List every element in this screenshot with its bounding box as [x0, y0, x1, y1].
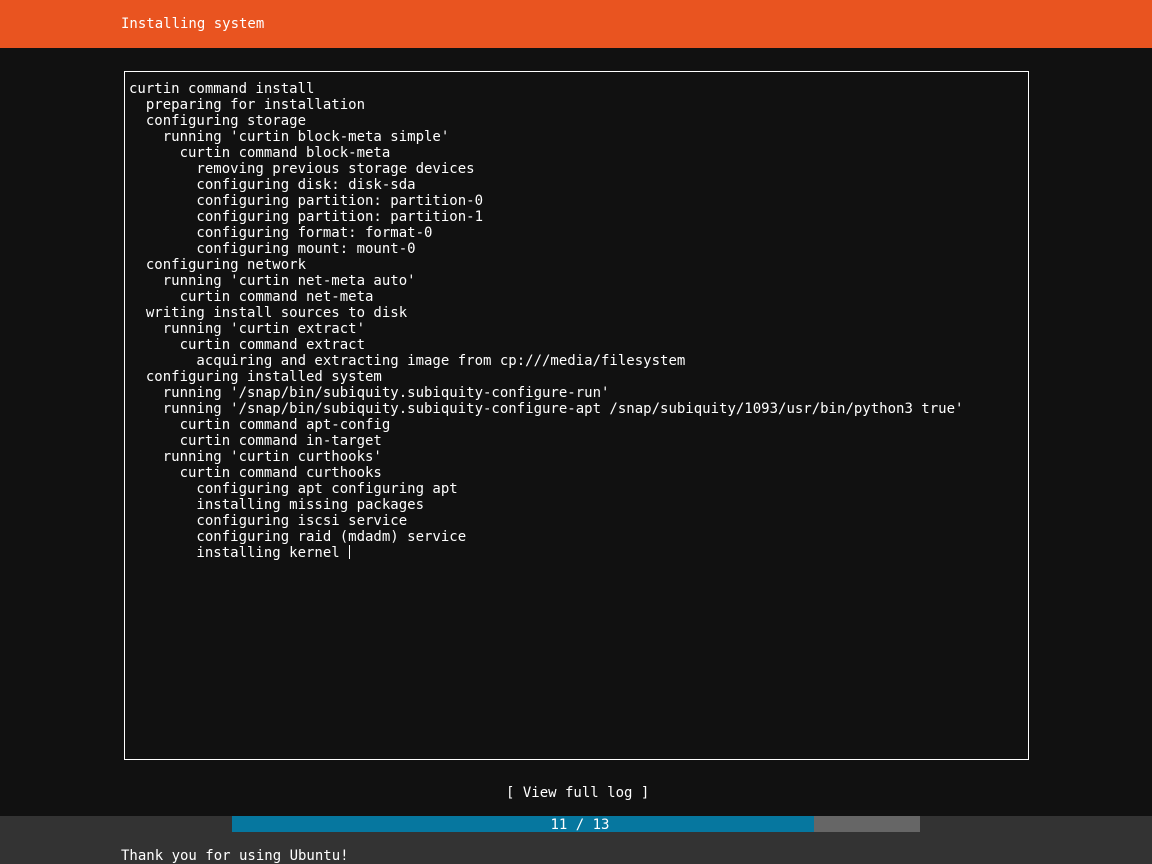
log-line: acquiring and extracting image from cp:/…: [129, 353, 686, 369]
footer-bar: 11 / 13 Thank you for using Ubuntu!: [0, 816, 1152, 864]
log-line: curtin command install: [129, 81, 315, 97]
log-line: configuring raid (mdadm) service: [129, 529, 467, 545]
log-line: removing previous storage devices: [129, 161, 475, 177]
log-line: running 'curtin block-meta simple': [129, 129, 450, 145]
text-cursor: [349, 545, 351, 559]
log-line: curtin command net-meta: [129, 289, 374, 305]
install-log-panel: curtin command install preparing for ins…: [124, 71, 1029, 760]
log-line: configuring format: format-0: [129, 225, 433, 241]
log-line: curtin command curthooks: [129, 465, 382, 481]
log-line: configuring apt configuring apt: [129, 481, 458, 497]
log-line: curtin command apt-config: [129, 417, 391, 433]
log-line: curtin command in-target: [129, 433, 382, 449]
log-line: running 'curtin net-meta auto': [129, 273, 416, 289]
log-line: running '/snap/bin/subiquity.subiquity-c…: [129, 385, 610, 401]
view-full-log-button[interactable]: [ View full log ]: [506, 785, 649, 801]
log-line: writing install sources to disk: [129, 305, 408, 321]
install-progress-label: 11 / 13: [550, 817, 610, 833]
install-log-lines: curtin command install preparing for ins…: [129, 81, 963, 561]
log-line: preparing for installation: [129, 97, 366, 113]
log-line: running 'curtin curthooks': [129, 449, 382, 465]
header-bar: Installing system: [0, 0, 1152, 48]
footer-message: Thank you for using Ubuntu!: [121, 848, 349, 864]
log-line: curtin command extract: [129, 337, 366, 353]
log-line: configuring partition: partition-0: [129, 193, 484, 209]
log-line: running 'curtin extract': [129, 321, 366, 337]
page-title: Installing system: [121, 16, 265, 32]
log-line: configuring storage: [129, 113, 307, 129]
log-line: configuring network: [129, 257, 307, 273]
log-line: running '/snap/bin/subiquity.subiquity-c…: [129, 401, 964, 417]
install-progress-bar: 11 / 13: [232, 816, 920, 833]
log-line: configuring iscsi service: [129, 513, 408, 529]
log-line: configuring disk: disk-sda: [129, 177, 416, 193]
log-line: configuring installed system: [129, 369, 382, 385]
log-line: installing missing packages: [129, 497, 425, 513]
log-line: configuring partition: partition-1: [129, 209, 484, 225]
log-line: curtin command block-meta: [129, 145, 391, 161]
log-line: installing kernel: [129, 545, 963, 561]
log-line: configuring mount: mount-0: [129, 241, 416, 257]
